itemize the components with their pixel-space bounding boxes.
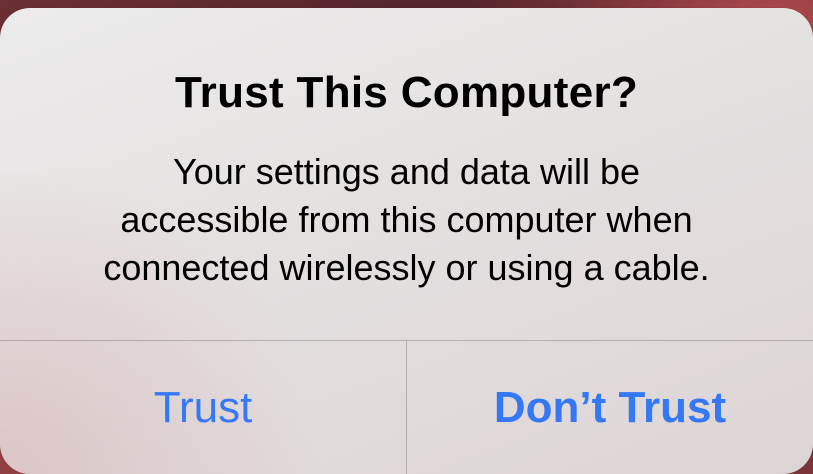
trust-alert-dialog: Trust This Computer? Your settings and d… xyxy=(0,8,813,474)
alert-title: Trust This Computer? xyxy=(174,68,639,117)
alert-message: Your settings and data will be accessibl… xyxy=(40,148,773,292)
trust-button[interactable]: Trust xyxy=(0,341,406,474)
alert-message-line: Your settings and data will be xyxy=(173,151,640,192)
alert-message-line: connected wirelessly or using a cable. xyxy=(103,247,710,288)
alert-content: Trust This Computer? Your settings and d… xyxy=(0,8,813,340)
alert-message-line: accessible from this computer when xyxy=(120,199,693,240)
dont-trust-button[interactable]: Don’t Trust xyxy=(407,341,813,474)
